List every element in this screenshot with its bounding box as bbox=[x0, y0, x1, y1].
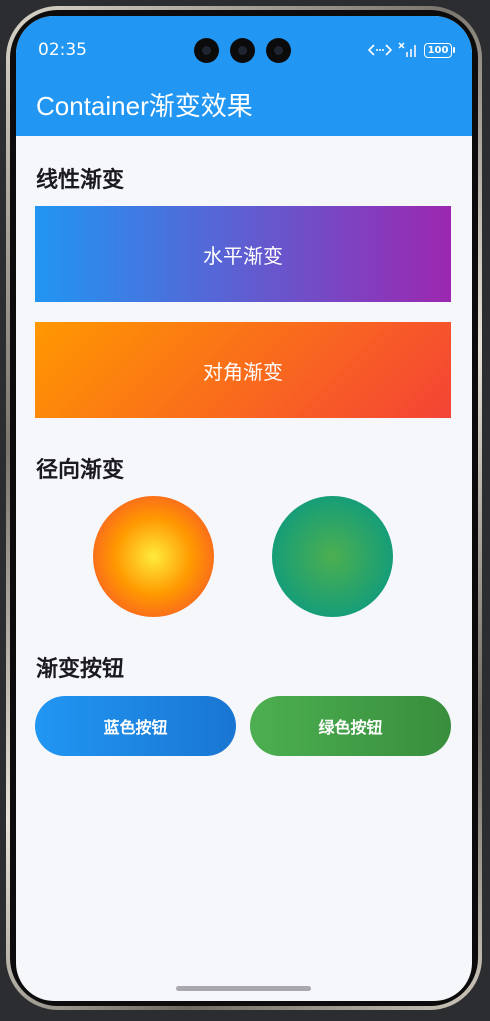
diagonal-gradient-label: 对角渐变 bbox=[203, 359, 283, 384]
app-screen: 02:35 100 Container渐变效果 线性渐变 水平渐变 对角渐变 径… bbox=[16, 16, 472, 1001]
diagonal-gradient-box: 对角渐变 bbox=[35, 322, 451, 418]
status-icons: 100 bbox=[368, 41, 455, 59]
radial-gradient-circle-cool bbox=[272, 496, 393, 617]
no-signal-icon bbox=[398, 42, 416, 57]
code-arrows-icon bbox=[368, 44, 392, 56]
status-time: 02:35 bbox=[38, 40, 87, 60]
section-title-linear: 线性渐变 bbox=[36, 168, 125, 193]
green-button[interactable]: 绿色按钮 bbox=[250, 696, 451, 756]
page-title: Container渐变效果 bbox=[36, 91, 253, 121]
section-title-buttons: 渐变按钮 bbox=[36, 657, 125, 682]
horizontal-gradient-box: 水平渐变 bbox=[35, 206, 451, 302]
front-camera-icon bbox=[230, 38, 255, 63]
horizontal-gradient-label: 水平渐变 bbox=[203, 243, 283, 268]
app-bar: 02:35 100 Container渐变效果 bbox=[16, 16, 472, 136]
section-title-radial: 径向渐变 bbox=[36, 458, 125, 483]
front-camera-icon bbox=[194, 38, 219, 63]
front-sensor-icon bbox=[266, 38, 291, 63]
green-button-label: 绿色按钮 bbox=[318, 718, 383, 737]
home-indicator[interactable] bbox=[176, 986, 311, 991]
battery-icon: 100 bbox=[424, 42, 455, 58]
radial-gradient-circle-warm bbox=[93, 496, 214, 617]
blue-button[interactable]: 蓝色按钮 bbox=[35, 696, 236, 756]
blue-button-label: 蓝色按钮 bbox=[103, 718, 168, 737]
